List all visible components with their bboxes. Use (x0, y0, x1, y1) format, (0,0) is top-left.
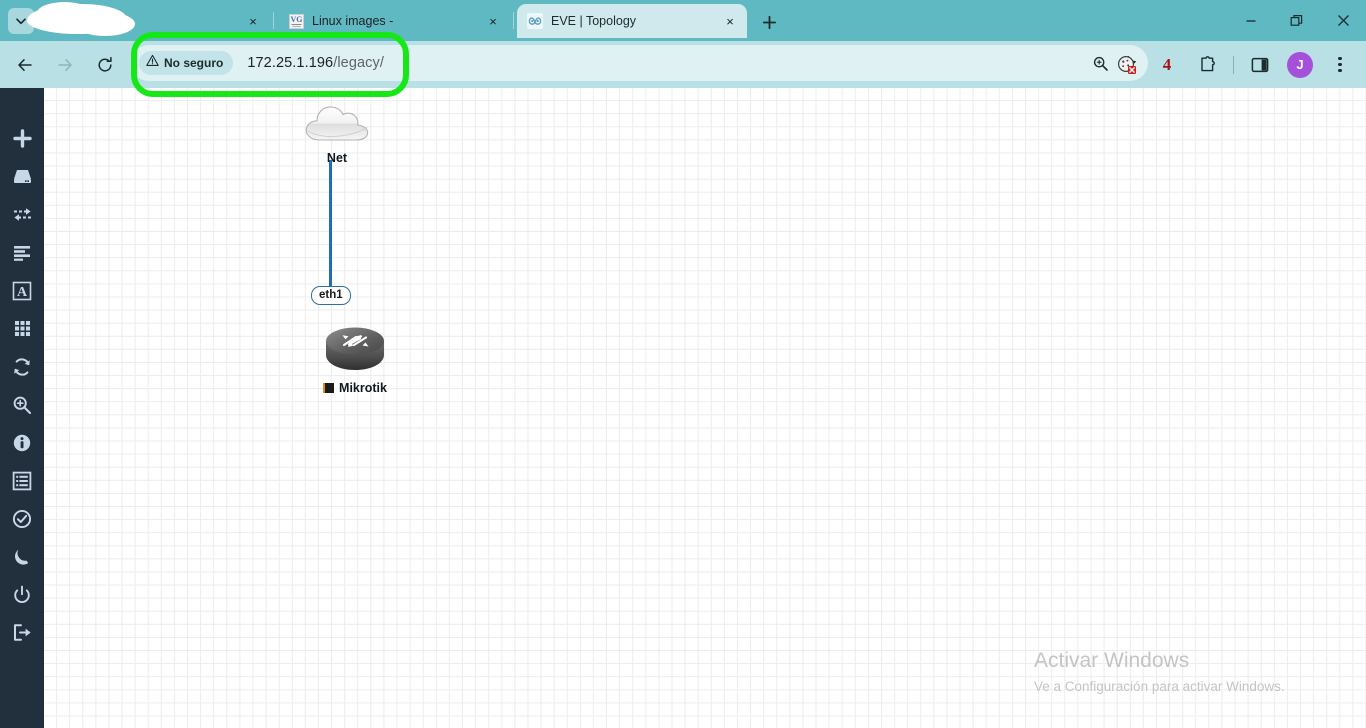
reload-icon[interactable] (88, 48, 122, 82)
svg-text:A: A (17, 285, 28, 300)
watermark-subtitle: Ve a Configuración para activar Windows. (1034, 679, 1285, 694)
node-status-indicator (323, 383, 335, 393)
sidebar-item-add-connection[interactable] (0, 198, 44, 236)
sidebar-item-add-textobject[interactable]: A (0, 274, 44, 312)
node-net[interactable]: Net (300, 101, 374, 165)
toolbar-divider (1233, 55, 1234, 74)
node-net-label: Net (326, 151, 348, 165)
letter-a-icon: A (12, 281, 32, 306)
sidebar-item-zoom-tool[interactable] (0, 388, 44, 426)
plus-icon (12, 129, 32, 153)
window-restore-button[interactable] (1274, 0, 1320, 41)
eve-ng-favicon (527, 13, 543, 29)
tab-1-title: Linux images - (312, 14, 394, 28)
cloud-icon (302, 106, 372, 149)
power-icon (12, 585, 32, 610)
text-lines-icon (12, 244, 32, 267)
security-status-label: No seguro (164, 56, 224, 70)
tab-0-close-icon[interactable]: × (242, 10, 264, 32)
sidebar-item-dark-mode[interactable] (0, 540, 44, 578)
sidebar-item-power[interactable] (0, 578, 44, 616)
forward-arrow-icon (48, 48, 82, 82)
node-mikrotik-name: Mikrotik (339, 381, 387, 395)
extensions-puzzle-icon[interactable] (1192, 50, 1222, 80)
profile-initial: J (1287, 51, 1313, 78)
sidebar-item-refresh-topology[interactable] (0, 350, 44, 388)
topology-canvas[interactable]: Net eth1 Mikrotik Activar Windows Ve a C… (44, 88, 1366, 728)
logout-icon (12, 623, 33, 647)
window-minimize-button[interactable] (1228, 0, 1274, 41)
list-panel-icon (12, 471, 32, 496)
window-controls (1228, 0, 1366, 41)
security-status-chip[interactable]: No seguro (139, 51, 234, 75)
tab-divider-1 (513, 12, 514, 29)
tab-2-title: EVE | Topology (551, 14, 637, 28)
sidebar-item-add-node[interactable] (0, 122, 44, 160)
toolbar-actions: 4 J (1107, 41, 1366, 88)
sidebar-item-add-text-lines[interactable] (0, 236, 44, 274)
info-circle-icon (12, 433, 32, 458)
sidebar-item-lab-info[interactable] (0, 426, 44, 464)
avatar[interactable]: J (1285, 50, 1315, 80)
moon-icon (12, 547, 32, 572)
notification-count-value: 4 (1162, 54, 1172, 74)
tab-2[interactable]: EVE | Topology × (517, 4, 747, 38)
cookie-blocked-icon[interactable] (1112, 50, 1142, 80)
notification-count-badge[interactable]: 4 (1152, 50, 1182, 80)
router-icon (324, 327, 386, 379)
warning-triangle-icon (146, 54, 159, 72)
three-dot-menu-icon[interactable] (1325, 50, 1355, 80)
tab-2-close-icon[interactable]: × (719, 10, 741, 32)
browser-window: × VG Linux images - × EVE | Topology × N… (0, 0, 1366, 728)
url-display[interactable]: 172.25.1.196/legacy/ (247, 55, 384, 71)
check-circle-icon (12, 509, 32, 534)
refresh-icon (12, 357, 32, 382)
url-path: /legacy/ (333, 55, 384, 71)
arrows-exchange-icon (12, 205, 33, 229)
node-mikrotik-label: Mikrotik (300, 381, 410, 395)
node-mikrotik[interactable]: Mikrotik (300, 325, 410, 395)
sidebar-item-logout[interactable] (0, 616, 44, 654)
linux-images-favicon: VG (288, 13, 304, 29)
page-content: A Net eth1 Mikrotik Activar Windows Ve a… (0, 88, 1366, 728)
svg-text:VG: VG (290, 15, 302, 24)
sidebar-item-add-network[interactable] (0, 160, 44, 198)
side-panel-icon[interactable] (1245, 50, 1275, 80)
grid-icon (13, 319, 32, 343)
sidebar-item-grid-objects[interactable] (0, 312, 44, 350)
new-tab-button[interactable] (756, 9, 782, 35)
sidebar-item-status-check[interactable] (0, 502, 44, 540)
watermark-title: Activar Windows (1034, 649, 1190, 672)
tab-1-close-icon[interactable]: × (482, 10, 504, 32)
tab-strip: × VG Linux images - × EVE | Topology × (0, 0, 1366, 41)
server-icon (12, 167, 33, 191)
tab-1[interactable]: VG Linux images - × (278, 4, 510, 38)
interface-label-eth1[interactable]: eth1 (311, 286, 351, 305)
redacted-tab-title-overlay (27, 2, 135, 36)
magnifier-plus-icon (12, 395, 32, 420)
url-host: 172.25.1.196 (247, 55, 334, 71)
tab-divider-0 (273, 12, 274, 29)
eve-sidebar: A (0, 88, 44, 728)
window-close-button[interactable] (1320, 0, 1366, 41)
back-arrow-icon[interactable] (8, 48, 42, 82)
windows-activation-watermark: Activar Windows Ve a Configuración para … (1034, 648, 1285, 697)
sidebar-item-lab-details[interactable] (0, 464, 44, 502)
address-bar[interactable]: No seguro 172.25.1.196/legacy/ (131, 45, 1148, 81)
link-net-mikrotik[interactable] (329, 160, 332, 291)
